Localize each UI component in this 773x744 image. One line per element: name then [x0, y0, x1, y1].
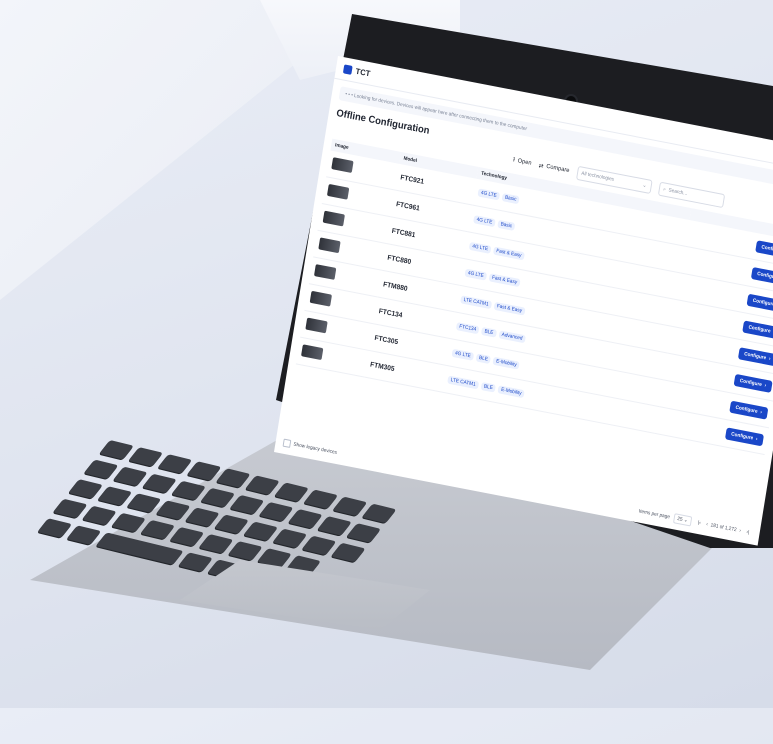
- technology-tag: Fast & Easy: [493, 247, 525, 261]
- technology-tag: Basic: [502, 193, 520, 204]
- device-thumbnail: [314, 264, 336, 280]
- compare-button[interactable]: ⇄ Compare: [538, 162, 570, 175]
- app-title: TCT: [355, 66, 371, 78]
- technology-tag: 4G LTE: [465, 269, 488, 281]
- device-thumbnail: [318, 237, 340, 253]
- technology-tag: E-Mobility: [498, 385, 525, 398]
- compare-icon: ⇄: [538, 162, 544, 170]
- chevron-right-icon: ›: [755, 436, 758, 442]
- technology-tag: 4G LTE: [452, 349, 475, 361]
- last-page-icon[interactable]: ›|: [746, 529, 750, 535]
- chevron-right-icon: ›: [760, 409, 763, 415]
- configure-button[interactable]: Configure›: [746, 294, 773, 313]
- configure-label: Configure: [748, 324, 771, 334]
- device-thumbnail: [323, 211, 345, 227]
- device-thumbnail: [301, 344, 323, 360]
- app-screen: TCT • • • Looking for devices. Devices w…: [274, 56, 773, 546]
- configure-button[interactable]: Configure›: [755, 240, 773, 259]
- technology-filter-value: All technologies: [581, 171, 615, 183]
- configure-label: Configure: [752, 298, 773, 308]
- page-range: 181 of 1,272: [710, 522, 737, 533]
- technology-tag: LTE CATM1: [447, 376, 479, 390]
- technology-tag: LTE CATM1: [460, 295, 492, 309]
- items-per-page-label: Items per page: [638, 508, 670, 520]
- chevron-right-icon: ›: [768, 356, 771, 362]
- open-button[interactable]: ⭱ Open: [512, 155, 532, 168]
- first-page-icon[interactable]: |‹: [697, 520, 701, 526]
- next-page-icon[interactable]: ›: [739, 528, 742, 534]
- technology-tag: E-Mobility: [493, 357, 520, 370]
- search-placeholder: Search...: [668, 187, 688, 197]
- laptop-lid: TCT • • • Looking for devices. Devices w…: [0, 0, 773, 708]
- configure-label: Configure: [731, 431, 754, 441]
- configure-button[interactable]: Configure›: [738, 347, 773, 366]
- configure-button[interactable]: Configure›: [733, 374, 772, 393]
- technology-tag: Fast & Easy: [489, 273, 521, 287]
- device-thumbnail: [305, 318, 327, 334]
- compare-label: Compare: [546, 164, 570, 174]
- search-icon: ⌕: [663, 186, 667, 192]
- prev-page-icon[interactable]: ‹: [706, 521, 709, 527]
- device-thumbnail: [310, 291, 332, 307]
- technology-tag: 4G LTE: [477, 188, 500, 200]
- configure-label: Configure: [744, 351, 767, 361]
- technology-tag: FTC134: [456, 322, 480, 334]
- items-per-page-value: 25: [677, 516, 683, 523]
- app-logo-icon: [343, 64, 353, 75]
- technology-tag: 4G LTE: [473, 215, 496, 227]
- upload-icon: ⭱: [512, 155, 516, 165]
- chevron-down-icon: ⌄: [642, 182, 647, 189]
- technology-tag: BLE: [481, 382, 497, 393]
- configure-label: Configure: [757, 271, 773, 281]
- configure-label: Configure: [739, 378, 762, 388]
- technology-tag: Fast & Easy: [493, 302, 525, 316]
- technology-tag: Basic: [497, 220, 515, 231]
- chevron-right-icon: ›: [764, 383, 767, 389]
- open-label: Open: [517, 158, 532, 167]
- device-thumbnail: [331, 157, 353, 173]
- configure-button[interactable]: Configure›: [742, 320, 773, 339]
- screen-wrapper: TCT • • • Looking for devices. Devices w…: [274, 56, 773, 546]
- technology-tag: BLE: [476, 353, 492, 364]
- configure-button[interactable]: Configure›: [751, 267, 773, 286]
- configure-label: Configure: [761, 244, 773, 254]
- legacy-checkbox[interactable]: [283, 439, 292, 448]
- items-per-page-select[interactable]: 25 ⌄: [673, 513, 692, 526]
- technology-tag: 4G LTE: [469, 242, 492, 254]
- configure-button[interactable]: Configure›: [729, 401, 768, 420]
- table-footer: Show legacy devices Items per page 25 ⌄ …: [282, 438, 752, 539]
- technology-tag: Advanced: [498, 330, 526, 343]
- legacy-label: Show legacy devices: [293, 442, 337, 456]
- technology-tag: BLE: [481, 327, 497, 338]
- device-thumbnail: [327, 184, 349, 200]
- configure-label: Configure: [735, 405, 758, 415]
- configure-button[interactable]: Configure›: [725, 427, 764, 446]
